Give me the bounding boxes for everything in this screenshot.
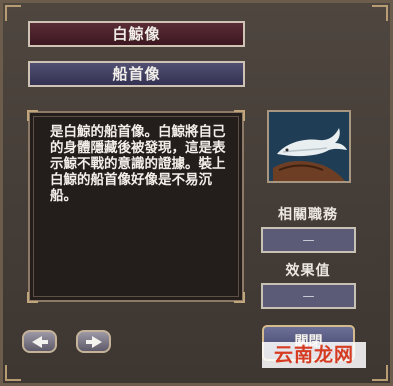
item-description-text: 是白鯨的船首像。白鯨將自己的身體隱藏後被發現，這是表示鯨不戰的意識的證據。裝上白…	[50, 124, 226, 204]
frame-corner-ornament	[5, 5, 21, 21]
left-arrow-icon	[31, 335, 48, 348]
box-corner-ornament	[27, 110, 38, 121]
box-corner-ornament	[234, 292, 245, 303]
frame-corner-ornament	[372, 5, 388, 21]
frame-corner-ornament	[5, 365, 21, 381]
effect-value-label: 效果值	[285, 263, 331, 279]
frame-corner-ornament	[372, 365, 388, 381]
box-corner-ornament	[234, 110, 245, 121]
related-role-value: —	[261, 227, 356, 253]
previous-item-button[interactable]	[22, 330, 57, 353]
box-corner-ornament	[27, 292, 38, 303]
item-category-title: 船首像	[28, 61, 245, 87]
right-arrow-icon	[85, 335, 102, 348]
next-item-button[interactable]	[76, 330, 111, 353]
site-watermark: 云南龙网	[262, 342, 366, 368]
white-whale-figurehead-icon	[267, 110, 351, 183]
description-box: 是白鯨的船首像。白鯨將自己的身體隱藏後被發現，這是表示鯨不戰的意識的證據。裝上白…	[27, 110, 245, 303]
related-role-label: 相關職務	[278, 207, 338, 223]
effect-value: —	[261, 283, 356, 309]
item-name-title: 白鯨像	[28, 21, 245, 47]
